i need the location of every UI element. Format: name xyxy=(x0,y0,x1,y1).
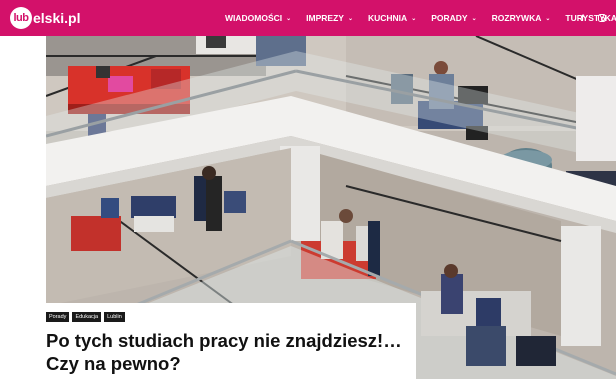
menu-item-imprezy[interactable]: IMPREZY ⌄ xyxy=(306,13,353,23)
menu-item-label: IMPREZY xyxy=(306,13,344,23)
chevron-down-icon: ⌄ xyxy=(411,15,417,22)
tag-lublin[interactable]: Lublin xyxy=(104,312,125,322)
logo-text: elski.pl xyxy=(33,10,81,26)
menu-item-rozrywka[interactable]: ROZRYWKA ⌄ xyxy=(492,13,551,23)
tag-edukacja[interactable]: Edukacja xyxy=(72,312,102,322)
main-menu: WIADOMOŚCI ⌄ IMPREZY ⌄ KUCHNIA ⌄ PORADY … xyxy=(225,0,616,36)
chevron-down-icon: ⌄ xyxy=(347,15,353,22)
article-tags: Porady Edukacja Lublin xyxy=(46,312,128,322)
facebook-icon[interactable]: f xyxy=(581,13,584,23)
chevron-down-icon: ⌄ xyxy=(286,15,292,22)
article-card: Porady Edukacja Lublin Po tych studiach … xyxy=(46,303,416,379)
menu-item-porady[interactable]: PORADY ⌄ xyxy=(431,13,476,23)
menu-item-label: ROZRYWKA xyxy=(491,13,542,23)
site-logo[interactable]: lub elski.pl xyxy=(10,7,80,29)
menu-item-kuchnia[interactable]: KUCHNIA ⌄ xyxy=(368,13,416,23)
chevron-down-icon: ⌄ xyxy=(471,15,477,22)
top-navbar: lub elski.pl WIADOMOŚCI ⌄ IMPREZY ⌄ KUCH… xyxy=(0,0,616,36)
menu-item-label: PORADY xyxy=(431,13,468,23)
menu-item-label: KUCHNIA xyxy=(367,13,408,23)
instagram-icon[interactable] xyxy=(598,14,606,22)
logo-badge: lub xyxy=(10,7,32,29)
menu-item-wiadomosci[interactable]: WIADOMOŚCI ⌄ xyxy=(225,13,291,23)
social-links: f xyxy=(567,0,606,36)
menu-item-label: WIADOMOŚCI xyxy=(225,13,283,23)
tag-porady[interactable]: Porady xyxy=(46,312,70,322)
article-title[interactable]: Po tych studiach pracy nie znajdziesz!… … xyxy=(46,329,411,375)
chevron-down-icon: ⌄ xyxy=(545,15,551,22)
